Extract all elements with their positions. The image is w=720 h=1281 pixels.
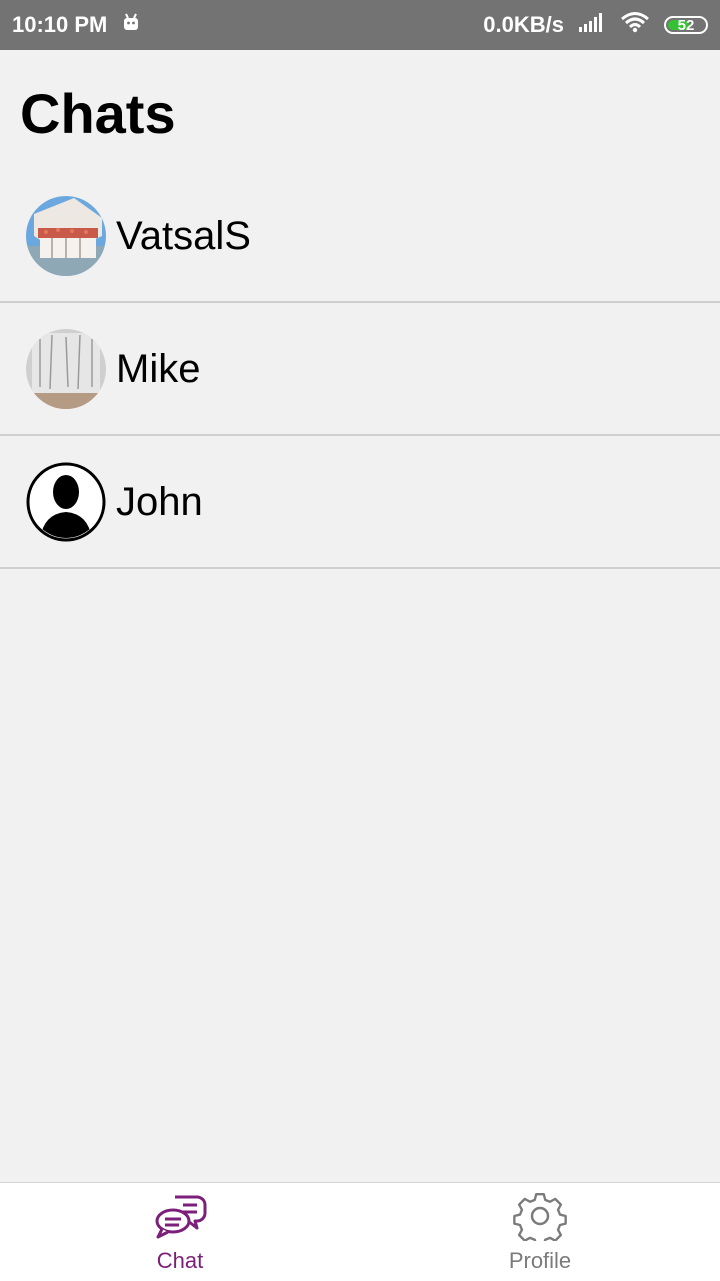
battery-icon: 52	[664, 16, 708, 34]
battery-level: 52	[677, 16, 695, 34]
android-icon	[121, 12, 141, 38]
bottom-nav: Chat Profile	[0, 1182, 720, 1281]
chat-item-vatsals[interactable]: VatsalS	[0, 170, 720, 303]
tab-profile-label: Profile	[508, 1248, 572, 1273]
chat-name: Mike	[116, 346, 201, 391]
network-speed: 0.0KB/s	[483, 12, 564, 37]
chat-list: VatsalS Mike John	[0, 170, 720, 569]
status-bar: 10:10 PM 0.0KB/s 52	[0, 0, 720, 50]
default-person-avatar	[26, 462, 106, 542]
signal-icon	[578, 11, 606, 39]
chat-item-mike[interactable]: Mike	[0, 303, 720, 436]
page-title: Chats	[20, 82, 176, 145]
photo-wall-avatar	[26, 328, 106, 409]
status-time: 10:10 PM	[12, 12, 108, 37]
tab-chat[interactable]: Chat	[0, 1183, 360, 1281]
photo-house-avatar	[26, 195, 106, 276]
tab-chat-label: Chat	[156, 1248, 204, 1273]
chat-item-john[interactable]: John	[0, 436, 720, 569]
chat-name: John	[116, 479, 203, 524]
wifi-icon	[620, 11, 650, 39]
gear-icon	[513, 1191, 567, 1247]
chat-name: VatsalS	[116, 213, 251, 258]
chat-bubbles-icon	[153, 1191, 207, 1246]
tab-profile[interactable]: Profile	[360, 1183, 720, 1281]
